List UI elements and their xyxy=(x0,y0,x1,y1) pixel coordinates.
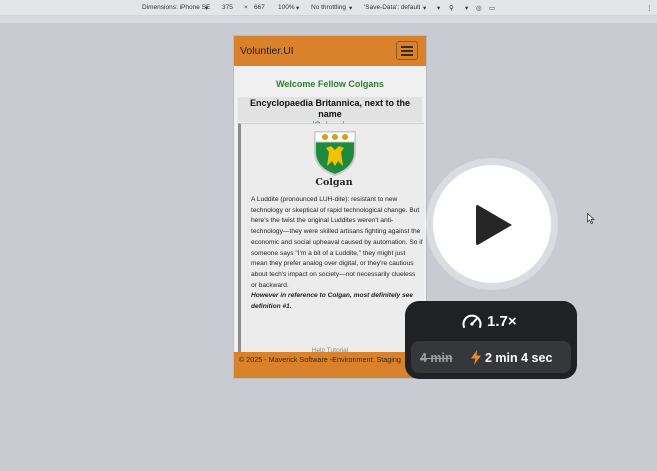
brand-link[interactable]: Voluntier.UI xyxy=(240,45,294,57)
dimensions-select[interactable]: Dimensions: iPhone SE xyxy=(142,4,210,11)
devtools-ruler xyxy=(0,16,657,24)
playback-speed-value: 1.7× xyxy=(487,313,517,330)
hamburger-icon xyxy=(401,46,413,48)
throttle-dropdown-icon[interactable]: ▾ xyxy=(349,4,352,12)
play-icon xyxy=(476,204,512,246)
save-data-select[interactable]: 'Save-Data': default xyxy=(364,4,420,11)
dock-icon[interactable]: ▭ xyxy=(489,4,495,12)
more-dropdown-icon[interactable]: ▾ xyxy=(465,4,468,12)
definition-emphasis: However in reference to Colgan, most def… xyxy=(251,292,413,311)
lightning-bolt-icon xyxy=(471,350,481,365)
zoom-dropdown-icon[interactable]: ▾ xyxy=(296,4,299,12)
throttle-select[interactable]: No throttling xyxy=(311,4,346,11)
zoom-select[interactable]: 100% xyxy=(278,4,295,11)
eye-icon[interactable]: ◎ xyxy=(476,4,482,12)
original-duration: 4 min xyxy=(420,351,453,365)
welcome-heading: Welcome Fellow Colgans xyxy=(276,79,384,89)
times-sign: × xyxy=(244,4,248,11)
colgan-crest-icon xyxy=(314,131,356,176)
kebab-menu-icon[interactable]: ⋮ xyxy=(646,4,653,12)
speedometer-icon xyxy=(462,314,482,328)
definition-card: Colgan A Luddite (pronounced LUH-dite): … xyxy=(238,123,424,353)
width-input[interactable]: 375 xyxy=(222,4,233,11)
accelerated-duration: 2 min 4 sec xyxy=(485,351,553,365)
hamburger-icon-line xyxy=(401,50,413,52)
devtools-toolbar: Dimensions: iPhone SE ▾ 375 × 667 100% ▾… xyxy=(0,0,657,16)
mouse-cursor-icon xyxy=(587,213,595,224)
britannica-heading: Encyclopaedia Britannica, next to the na… xyxy=(238,97,422,130)
link-icon[interactable]: ⚲ xyxy=(449,4,454,12)
navbar: Voluntier.UI xyxy=(234,36,426,66)
footer: © 2025 - Maverick Software -Environment:… xyxy=(234,352,426,378)
device-viewport: Voluntier.UI Welcome Fellow Colgans Ency… xyxy=(234,36,426,378)
definition-text: A Luddite (pronounced LUH-dite): resista… xyxy=(251,195,423,313)
playback-speed-card[interactable]: 1.7× 4 min 2 min 4 sec xyxy=(405,301,577,379)
time-comparison: 4 min 2 min 4 sec xyxy=(411,341,571,373)
definition-paragraph: A Luddite (pronounced LUH-dite): resista… xyxy=(251,196,423,289)
crest-name: Colgan xyxy=(315,177,353,188)
rotate-icon[interactable]: ▾ xyxy=(437,4,440,12)
hamburger-menu-button[interactable] xyxy=(396,41,418,60)
height-input[interactable]: 667 xyxy=(254,4,265,11)
heading-prefix: Encyclopaedia Britannica, next to the na… xyxy=(249,98,411,119)
save-data-dropdown-icon[interactable]: ▾ xyxy=(423,4,426,12)
dimensions-dropdown-icon[interactable]: ▾ xyxy=(205,4,208,12)
hamburger-icon-line xyxy=(401,54,413,56)
